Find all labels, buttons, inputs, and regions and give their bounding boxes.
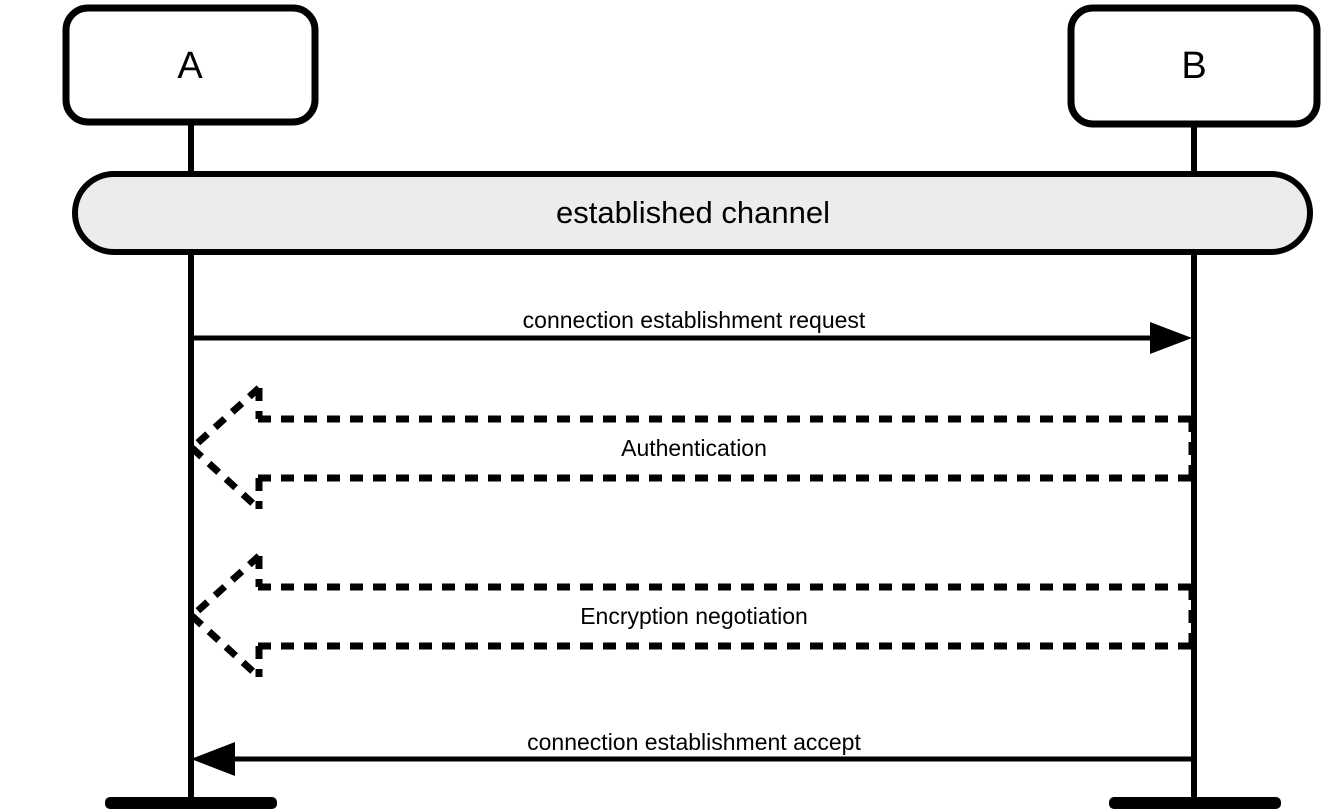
message-authentication[interactable]: Authentication (189, 385, 1196, 512)
sequence-diagram: A B established channel connection estab… (0, 0, 1327, 812)
message-label-4: connection establishment accept (527, 729, 861, 755)
block-arrow-3-head-upper-diagonal (189, 553, 262, 619)
actor-label-b: B (1181, 45, 1206, 87)
message-connection-establishment-request[interactable]: connection establishment request (191, 307, 1192, 354)
message-arrowhead-1 (1150, 322, 1192, 354)
actor-box-b[interactable]: B (1067, 4, 1321, 128)
block-arrow-2-head-lower-diagonal (189, 445, 262, 512)
message-label-1: connection establishment request (523, 307, 866, 333)
sequence-diagram-canvas: A B established channel connection estab… (62, 4, 1321, 809)
message-label-3: Encryption negotiation (580, 603, 808, 629)
terminator-b (1109, 797, 1281, 809)
message-arrowhead-4 (191, 742, 235, 776)
message-connection-establishment-accept[interactable]: connection establishment accept (191, 729, 1194, 776)
message-label-2: Authentication (621, 435, 767, 461)
terminator-a (105, 797, 277, 809)
established-channel-label: established channel (556, 195, 830, 230)
block-arrow-3-head-lower-diagonal (189, 613, 262, 680)
block-arrow-2-head-upper-diagonal (189, 385, 262, 451)
actor-box-a[interactable]: A (62, 4, 319, 126)
established-channel-fragment[interactable]: established channel (72, 171, 1313, 255)
actor-label-a: A (177, 45, 203, 87)
message-encryption-negotiation[interactable]: Encryption negotiation (189, 553, 1196, 680)
